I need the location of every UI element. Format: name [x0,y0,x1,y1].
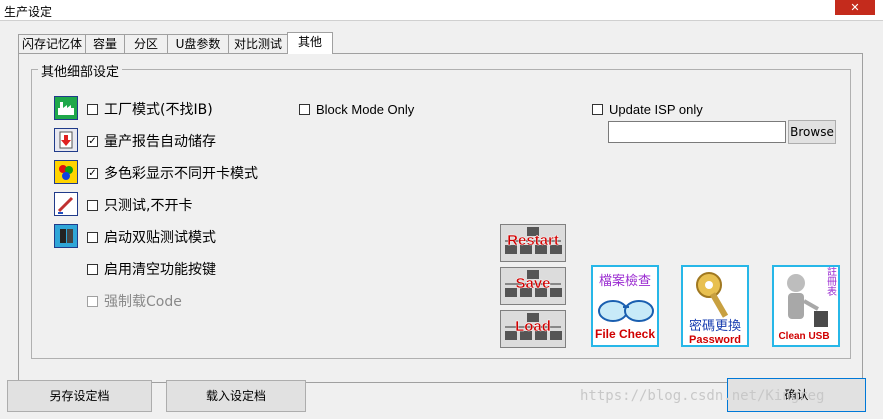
force-load-code-checkbox [87,295,98,307]
tab-usb-params[interactable]: U盘参数 [167,34,229,53]
test-only-label: 只测试,不开卡 [104,198,193,214]
factory-mode-label: 工厂模式(不找IB) [104,102,213,118]
password-bottom-text: Password [689,334,741,345]
clean-usb-bottom-text: Clean USB [778,331,829,342]
auto-save-report-label: 量产报告自动储存 [104,134,216,150]
load-button[interactable]: Load [500,310,566,348]
tab-flash-memory[interactable]: 闪存记忆体 [18,34,86,53]
tab-compare-test[interactable]: 对比测试 [228,34,288,53]
save-label: Save [515,275,550,292]
dual-test-mode-checkbox[interactable] [87,231,98,243]
glasses-icon [598,300,654,322]
force-load-code-option: 强制载Code [87,292,182,310]
block-mode-label: Block Mode Only [316,101,415,117]
registry-text: 註冊表 [825,267,837,297]
clear-button-checkbox[interactable] [87,263,98,275]
window-title: 生产设定 [4,5,53,19]
password-button[interactable]: 密碼更換 Password [681,265,749,347]
multicolor-display-option[interactable]: ✓ 多色彩显示不同开卡模式 [87,164,258,182]
update-isp-label: Update ISP only [609,101,703,117]
auto-save-report-checkbox[interactable]: ✓ [87,135,98,147]
password-middle-text: 密碼更換 [689,318,741,334]
clear-button-option[interactable]: 启用清空功能按键 [87,260,216,278]
tab-other[interactable]: 其他 [287,32,333,54]
update-isp-option[interactable]: Update ISP only [592,100,703,118]
file-check-bottom-text: File Check [595,327,655,341]
isp-path-input[interactable] [608,121,786,143]
network-pcs-icon: Load [505,313,562,340]
load-settings-button[interactable]: 载入设定档 [166,380,306,412]
file-check-top-text: 檔案檢查 [599,273,651,289]
factory-mode-checkbox[interactable] [87,103,98,115]
restart-button[interactable]: Restart [500,224,566,262]
save-settings-as-button[interactable]: 另存设定档 [7,380,152,412]
factory-icon [54,96,78,120]
network-pcs-icon: Save [505,270,562,297]
block-mode-checkbox[interactable] [299,103,310,115]
tab-capacity[interactable]: 容量 [85,34,125,53]
dual-test-mode-option[interactable]: 启动双贴测试模式 [87,228,216,246]
update-isp-checkbox[interactable] [592,103,603,115]
test-only-option[interactable]: 只测试,不开卡 [87,196,192,214]
tab-panel-other: 其他细部设定 工厂模式(不找IB) ✓ 量产报告自动储存 ✓ 多色彩显示不同开卡… [18,53,863,383]
tab-partition[interactable]: 分区 [124,34,168,53]
dual-chip-icon [54,224,78,248]
restart-label: Restart [507,232,559,249]
file-check-button[interactable]: 檔案檢查 File Check [591,265,659,347]
multicolor-display-checkbox[interactable]: ✓ [87,167,98,179]
close-button[interactable]: ✕ [835,0,875,15]
dual-test-mode-label: 启动双贴测试模式 [104,230,216,246]
other-settings-group: 其他细部设定 工厂模式(不找IB) ✓ 量产报告自动储存 ✓ 多色彩显示不同开卡… [31,61,851,359]
key-icon [696,272,729,318]
watermark: https://blog.csdn.net/Kingreg [580,388,825,404]
color-dots-icon [54,160,78,184]
production-settings-dialog: 闪存记忆体 容量 分区 U盘参数 对比测试 其他 其他细部设定 工厂模式(不找I… [0,20,883,419]
report-save-icon [54,128,78,152]
auto-save-report-option[interactable]: ✓ 量产报告自动储存 [87,132,216,150]
trash-person-icon [787,274,828,327]
close-icon: ✕ [850,1,860,14]
clear-button-label: 启用清空功能按键 [104,262,216,278]
group-title: 其他细部设定 [38,61,123,80]
load-label: Load [515,318,551,335]
test-pen-icon [54,192,78,216]
browse-button[interactable]: Browse [788,120,836,144]
network-pcs-icon: Restart [505,227,562,254]
force-load-code-label: 强制载Code [104,294,182,310]
factory-mode-option[interactable]: 工厂模式(不找IB) [87,100,213,118]
block-mode-option[interactable]: Block Mode Only [299,100,414,118]
test-only-checkbox[interactable] [87,199,98,211]
clean-usb-button[interactable]: 註冊表 Clean USB [772,265,840,347]
multicolor-display-label: 多色彩显示不同开卡模式 [104,166,258,182]
save-button[interactable]: Save [500,267,566,305]
title-bar: 生产设定 ✕ [0,0,883,20]
